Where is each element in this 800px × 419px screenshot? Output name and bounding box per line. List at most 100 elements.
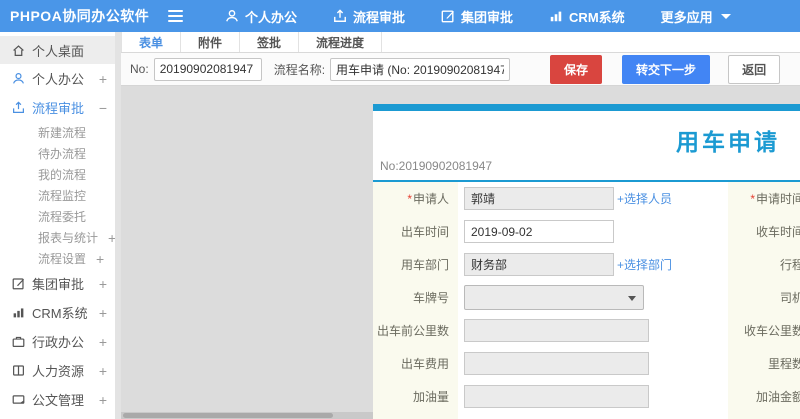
- upload-icon: [12, 101, 32, 114]
- sidebar-subitem-my-workflow[interactable]: 我的流程: [0, 164, 115, 185]
- form-accent-bar: [373, 104, 800, 111]
- sidebar-item-admin-office[interactable]: 行政办公 +: [0, 327, 115, 356]
- sidebar-subitem-new-workflow[interactable]: 新建流程: [0, 122, 115, 143]
- sidebar-item-hr[interactable]: 人力资源 +: [0, 356, 115, 385]
- left-label-column: * 申请人 出车时间 用车部门 车牌号 出车前公里数 出车费用 加油量: [373, 182, 458, 419]
- topnav-label: 集团审批: [461, 9, 514, 25]
- back-button[interactable]: 返回: [728, 54, 781, 84]
- user-icon: [12, 72, 32, 85]
- expand-icon[interactable]: +: [97, 363, 107, 379]
- sidebar-subitem-workflow-monitor[interactable]: 流程监控: [0, 185, 115, 206]
- hamburger-menu-icon[interactable]: [168, 10, 183, 22]
- sidebar-item-label: 流程审批: [32, 101, 85, 116]
- required-mark: *: [407, 191, 412, 206]
- plate-number-select[interactable]: [464, 285, 644, 310]
- tab-workflow-progress[interactable]: 流程进度: [299, 32, 383, 52]
- sidebar-item-group-approval[interactable]: 集团审批 +: [0, 269, 115, 298]
- sidebar-subitem-todo-workflow[interactable]: 待办流程: [0, 143, 115, 164]
- sidebar-item-label: 公文管理: [32, 393, 85, 408]
- topnav-workflow-approval[interactable]: 流程审批: [333, 7, 405, 26]
- field-label-fuel-amount: 加油量: [412, 390, 449, 404]
- app-logo: PHPOA协同办公软件: [10, 8, 150, 24]
- chart-icon: [12, 306, 32, 319]
- expand-icon[interactable]: +: [97, 305, 107, 321]
- applicant-input[interactable]: [464, 187, 614, 210]
- tab-attachments[interactable]: 附件: [181, 32, 241, 52]
- topnav-label: 更多应用: [660, 9, 713, 25]
- toolbar: No: 流程名称: 保存 转交下一步 返回: [121, 53, 800, 86]
- sidebar-item-label: 流程监控: [38, 189, 87, 203]
- save-button[interactable]: 保存: [550, 54, 603, 84]
- caret-down-icon: [720, 13, 731, 19]
- upload-icon: [333, 9, 347, 23]
- expand-icon[interactable]: +: [86, 251, 107, 267]
- department-input[interactable]: [464, 253, 614, 276]
- expand-icon[interactable]: +: [97, 276, 107, 292]
- topnav-label: CRM系统: [569, 9, 625, 25]
- sidebar-item-desktop[interactable]: 个人桌面: [0, 36, 115, 64]
- collapse-icon[interactable]: −: [97, 100, 107, 116]
- km-before-input[interactable]: [464, 319, 649, 342]
- tab-bar: 表单 附件 签批 流程进度: [121, 32, 800, 53]
- topnav-group-approval[interactable]: 集团审批: [441, 7, 513, 26]
- expand-icon[interactable]: +: [97, 334, 107, 350]
- topnav-crm[interactable]: CRM系统: [549, 7, 625, 26]
- sidebar: 个人桌面 个人办公 + 流程审批 − 新建流程 待办流程 我的流程 流程监控 流…: [0, 32, 116, 419]
- workflow-name-input[interactable]: [330, 57, 511, 81]
- sidebar-item-label: 集团审批: [32, 277, 85, 292]
- workflow-name-label: 流程名称:: [273, 62, 326, 77]
- form-table: *申请人 出车时间 用车部门 车牌号 出车前公里数 出车费用 加油量 +选择人员: [373, 182, 800, 419]
- scrollbar-thumb[interactable]: [123, 413, 333, 418]
- sidebar-subitem-reports-statistics[interactable]: 报表与统计 +: [0, 227, 116, 248]
- topnav-label: 个人办公: [245, 9, 298, 25]
- topnav-personal-office[interactable]: 个人办公: [225, 7, 297, 26]
- field-label-km-return: 收车公里数: [743, 324, 800, 338]
- sidebar-item-label: 我的流程: [38, 168, 87, 182]
- expand-icon[interactable]: +: [97, 392, 107, 408]
- doc-icon: [12, 393, 32, 406]
- field-label-department: 用车部门: [400, 258, 449, 272]
- topnav-more-apps[interactable]: 更多应用: [661, 7, 731, 26]
- field-label-depart-time: 出车时间: [400, 225, 449, 239]
- sidebar-item-label: 行政办公: [32, 335, 85, 350]
- tab-form[interactable]: 表单: [121, 32, 182, 52]
- sidebar-item-label: CRM系统: [32, 306, 88, 321]
- form-title: 用车申请: [676, 129, 780, 155]
- sidebar-item-workflow-approval[interactable]: 流程审批 −: [0, 93, 115, 122]
- expand-icon[interactable]: +: [98, 230, 116, 246]
- expand-icon[interactable]: +: [97, 71, 107, 87]
- select-person-link[interactable]: +选择人员: [617, 190, 672, 207]
- form-header: 用车申请 No:20190902081947: [373, 111, 800, 182]
- no-label: No:: [130, 62, 149, 76]
- sidebar-item-label: 流程委托: [38, 210, 87, 224]
- sidebar-item-documents[interactable]: 公文管理 +: [0, 385, 115, 414]
- field-label-itinerary: 行程: [779, 258, 800, 272]
- forward-next-step-button[interactable]: 转交下一步: [622, 54, 711, 84]
- briefcase-icon: [12, 335, 32, 348]
- field-label-trip-cost: 出车费用: [400, 357, 449, 371]
- form-number: No:20190902081947: [380, 159, 493, 173]
- field-label-plate-number: 车牌号: [412, 291, 449, 305]
- right-label-column: * 申请时间 收车时间 行程 司机 收车公里数 里程数 加油金额: [728, 182, 800, 419]
- depart-time-input[interactable]: [464, 220, 614, 243]
- field-label-km-before: 出车前公里数: [376, 324, 449, 338]
- fuel-amount-input[interactable]: [464, 385, 649, 408]
- field-label-driver: 司机: [779, 291, 800, 305]
- field-label-applicant: * 申请人: [407, 191, 449, 207]
- sidebar-item-label: 待办流程: [38, 147, 87, 161]
- sidebar-item-crm[interactable]: CRM系统 +: [0, 298, 115, 327]
- field-label-return-time: 收车时间: [755, 225, 800, 239]
- sidebar-item-personal-office[interactable]: 个人办公 +: [0, 64, 115, 93]
- no-input[interactable]: [153, 57, 262, 81]
- sidebar-item-label: 报表与统计: [38, 231, 99, 245]
- sidebar-item-label: 新建流程: [38, 126, 87, 140]
- home-icon: [12, 44, 32, 57]
- sidebar-subitem-workflow-settings[interactable]: 流程设置 +: [0, 248, 115, 269]
- sidebar-subitem-workflow-delegate[interactable]: 流程委托: [0, 206, 115, 227]
- trip-cost-input[interactable]: [464, 352, 649, 375]
- select-department-link[interactable]: +选择部门: [617, 256, 672, 273]
- tab-signoff[interactable]: 签批: [240, 32, 300, 52]
- edit-icon: [12, 277, 32, 290]
- topnav-label: 流程审批: [353, 9, 406, 25]
- top-nav: 个人办公 流程审批 集团审批 CRM系统 更多应用: [225, 7, 731, 26]
